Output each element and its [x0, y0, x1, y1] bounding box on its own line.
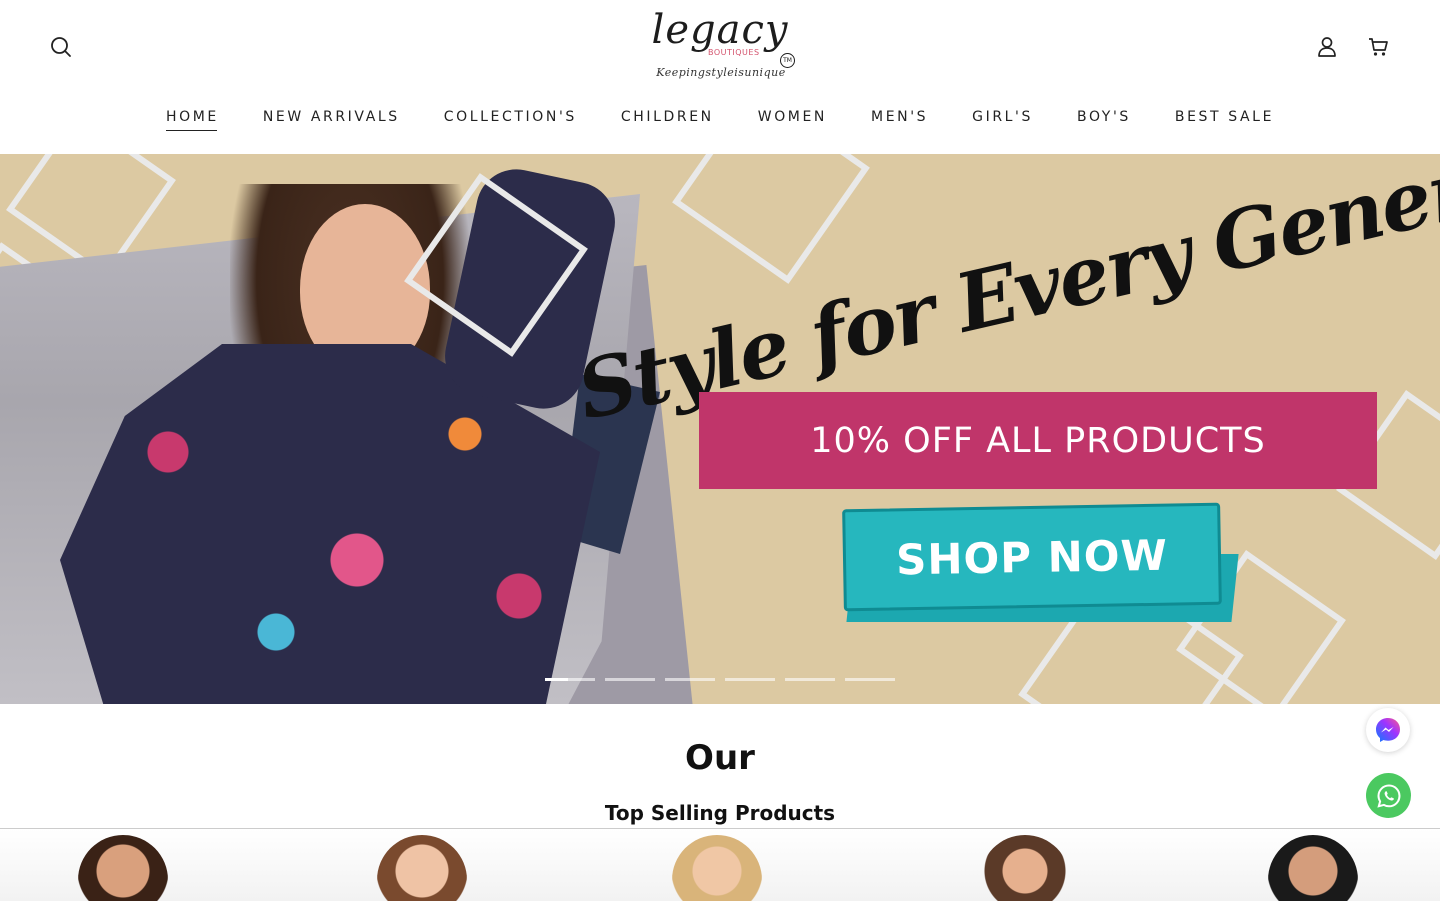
- search-icon: [51, 37, 71, 57]
- section-subtitle: Top Selling Products: [604, 801, 836, 825]
- slider-dot-4[interactable]: [725, 678, 775, 681]
- site-header: legacy BOUTIQUES TM Keepingstyleisunique…: [0, 0, 1440, 154]
- messenger-button[interactable]: [1366, 708, 1410, 752]
- slider-dot-1[interactable]: [545, 678, 595, 681]
- nav-mens[interactable]: MEN'S: [871, 104, 928, 130]
- product-thumbnail[interactable]: [980, 835, 1070, 901]
- logo-wordmark: legacy: [651, 7, 789, 53]
- product-thumbnail[interactable]: [78, 835, 168, 901]
- section-title: Our: [685, 738, 755, 778]
- decor-diamond: [672, 154, 870, 284]
- whatsapp-icon: [1376, 783, 1401, 808]
- nav-boys[interactable]: BOY'S: [1077, 104, 1131, 130]
- slider-dot-6[interactable]: [845, 678, 895, 681]
- messenger-icon: [1376, 718, 1400, 742]
- nav-new-arrivals[interactable]: NEW ARRIVALS: [263, 104, 400, 130]
- slider-dots: [545, 678, 895, 681]
- product-strip: [0, 828, 1440, 901]
- hero-offer: 10% OFF ALL PRODUCTS: [699, 392, 1377, 489]
- logo-submark: BOUTIQUES: [708, 48, 760, 57]
- nav-children[interactable]: CHILDREN: [621, 104, 714, 130]
- nav-best-sale[interactable]: BEST SALE: [1175, 104, 1274, 130]
- slider-dot-2[interactable]: [605, 678, 655, 681]
- whatsapp-button[interactable]: [1366, 773, 1411, 818]
- product-thumbnail[interactable]: [672, 835, 762, 901]
- brand-logo[interactable]: legacy BOUTIQUES TM Keepingstyleisunique: [640, 8, 800, 86]
- shop-now-button[interactable]: SHOP NOW: [842, 502, 1222, 612]
- nav-girls[interactable]: GIRL'S: [972, 104, 1033, 130]
- logo-tagline: Keepingstyleisunique: [656, 66, 786, 79]
- main-nav: HOME NEW ARRIVALS COLLECTION'S CHILDREN …: [0, 104, 1440, 134]
- nav-collections[interactable]: COLLECTION'S: [444, 104, 577, 130]
- user-icon: [1318, 37, 1336, 57]
- nav-home[interactable]: HOME: [165, 104, 219, 131]
- hero-banner[interactable]: Style for Every Generation 10% OFF ALL P…: [0, 154, 1440, 704]
- slider-dot-5[interactable]: [785, 678, 835, 681]
- product-thumbnail[interactable]: [1268, 835, 1358, 901]
- product-thumbnail[interactable]: [377, 835, 467, 901]
- slider-dot-3[interactable]: [665, 678, 715, 681]
- account-button[interactable]: [1311, 31, 1343, 63]
- nav-women[interactable]: WOMEN: [758, 104, 827, 130]
- cart-button[interactable]: [1362, 31, 1394, 63]
- cart-icon: [1369, 38, 1388, 56]
- search-button[interactable]: [45, 31, 77, 63]
